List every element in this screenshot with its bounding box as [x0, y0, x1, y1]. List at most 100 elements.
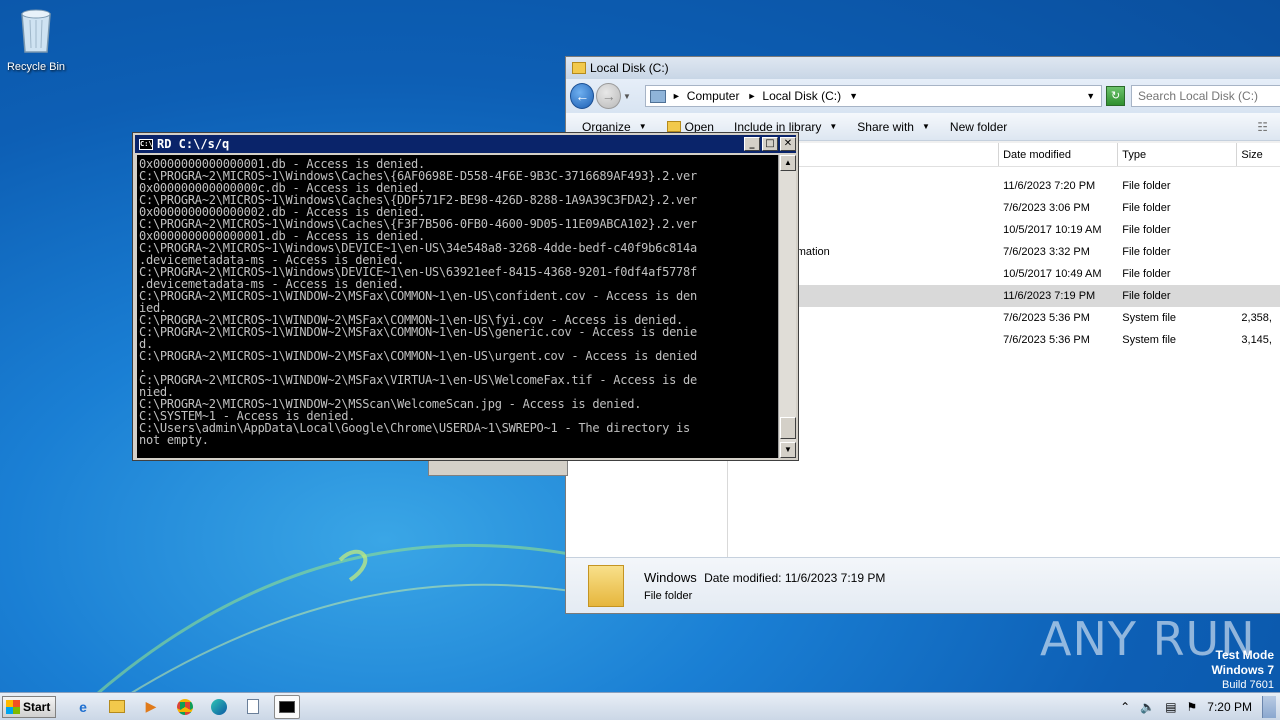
file-date: 7/6/2023 5:36 PM — [1003, 334, 1090, 346]
drive-icon — [572, 62, 586, 74]
column-header-size[interactable]: Size — [1236, 143, 1280, 166]
console-output-area[interactable]: 0x0000000000000001.db - Access is denied… — [137, 155, 778, 458]
file-row[interactable]: ery 10/5/2017 10:19 AM File folder — [730, 219, 1280, 241]
console-output: 0x0000000000000001.db - Access is denied… — [139, 157, 697, 447]
column-header-type[interactable]: Type — [1117, 143, 1236, 166]
file-row[interactable]: Volume Information 7/6/2023 3:32 PM File… — [730, 241, 1280, 263]
recycle-bin-icon — [21, 9, 51, 53]
file-type: File folder — [1122, 290, 1171, 302]
file-row-selected[interactable]: ws 11/6/2023 7:19 PM File folder — [730, 285, 1280, 307]
column-header-date-modified[interactable]: Date modified — [998, 143, 1117, 166]
breadcrumb-separator-icon[interactable]: ► — [747, 91, 756, 101]
test-mode-notice: Test Mode Windows 7 Build 7601 — [1211, 648, 1274, 693]
address-dropdown-icon[interactable]: ▼ — [1086, 91, 1095, 101]
file-date: 11/6/2023 7:20 PM — [1003, 180, 1096, 192]
new-folder-button[interactable]: New folder — [950, 120, 1007, 134]
notepad-icon[interactable] — [240, 695, 266, 719]
edge-icon[interactable] — [206, 695, 232, 719]
console-title: RD C:\/s/q — [157, 137, 230, 151]
recycle-bin-desktop-icon[interactable]: Recycle Bin — [4, 6, 68, 73]
refresh-button[interactable]: ↻ — [1106, 86, 1125, 106]
file-type: File folder — [1122, 268, 1171, 280]
close-button[interactable]: ✕ — [780, 137, 796, 151]
windows-logo-icon — [6, 699, 20, 714]
console-window[interactable]: C:\ RD C:\/s/q _ □ ✕ 0x0000000000000001.… — [132, 132, 799, 461]
file-row[interactable]: e.sys 7/6/2023 5:36 PM System file 3,145… — [730, 329, 1280, 351]
view-options-icon[interactable]: ☷ — [1257, 120, 1268, 134]
start-label: Start — [23, 699, 51, 714]
file-row[interactable]: m Files 11/6/2023 7:20 PM File folder — [730, 175, 1280, 197]
folder-open-icon — [666, 121, 681, 132]
open-label: Open — [684, 119, 714, 134]
clock[interactable]: 7:20 PM — [1207, 700, 1252, 714]
chrome-icon[interactable] — [172, 695, 198, 719]
file-size — [1236, 175, 1280, 197]
media-player-icon[interactable]: ▶ — [138, 695, 164, 719]
file-type: System file — [1122, 334, 1177, 346]
console-taskbar-icon[interactable] — [274, 694, 300, 719]
scroll-down-icon[interactable]: ▼ — [780, 442, 796, 458]
file-date: 7/6/2023 3:06 PM — [1003, 202, 1090, 214]
volume-icon[interactable]: 🔈 — [1140, 700, 1155, 714]
include-in-library-button[interactable]: Include in library ▼ — [734, 120, 837, 134]
chevron-down-icon: ▼ — [829, 122, 838, 131]
explorer-title: Local Disk (C:) — [590, 61, 669, 75]
internet-explorer-icon[interactable]: e — [70, 695, 96, 719]
folder-icon — [588, 564, 624, 607]
file-size: 2,358, — [1241, 312, 1272, 324]
breadcrumb-separator-icon[interactable]: ► — [672, 91, 681, 101]
recent-pages-chevron-icon[interactable]: ▼ — [623, 92, 631, 101]
file-row[interactable]: 10/5/2017 10:49 AM File folder — [730, 263, 1280, 285]
chevron-down-icon: ▼ — [921, 122, 930, 131]
console-scrollbar[interactable]: ▲ ▼ — [778, 155, 796, 458]
file-row[interactable]: mData 7/6/2023 3:06 PM File folder — [730, 197, 1280, 219]
computer-icon — [649, 89, 666, 103]
details-name: Windows — [644, 569, 697, 585]
breadcrumb-computer[interactable]: Computer — [687, 89, 740, 103]
address-bar[interactable]: ► Computer ► Local Disk (C:) ▼ ▼ — [644, 85, 1103, 107]
breadcrumb-separator-icon[interactable]: ▼ — [849, 91, 858, 101]
file-explorer-taskbar-icon[interactable] — [104, 695, 130, 719]
file-date: 11/6/2023 7:19 PM — [1003, 290, 1096, 302]
file-size — [1236, 197, 1280, 219]
include-in-library-label: Include in library — [733, 119, 822, 134]
organize-button[interactable]: Organize ▼ — [582, 120, 647, 134]
organize-label: Organize — [582, 119, 631, 134]
scroll-thumb[interactable] — [780, 417, 796, 439]
start-button[interactable]: Start — [2, 695, 56, 718]
back-button[interactable]: ← — [570, 83, 595, 109]
details-modified-label: Date modified: — [704, 570, 782, 585]
maximize-button[interactable]: □ — [762, 137, 778, 151]
minimize-button[interactable]: _ — [744, 137, 760, 151]
file-date: 10/5/2017 10:49 AM — [1003, 268, 1102, 280]
share-with-button[interactable]: Share with ▼ — [857, 120, 930, 134]
breadcrumb-local-disk[interactable]: Local Disk (C:) — [762, 89, 841, 103]
console-title-bar[interactable]: C:\ RD C:\/s/q _ □ ✕ — [135, 135, 796, 153]
file-type: File folder — [1122, 202, 1171, 214]
share-with-label: Share with — [857, 119, 914, 134]
file-type: File folder — [1122, 180, 1171, 192]
scroll-up-icon[interactable]: ▲ — [780, 155, 796, 171]
recycle-bin-label: Recycle Bin — [6, 61, 66, 73]
build-label: Build 7601 — [1222, 679, 1274, 691]
system-tray: ⌃ 🔈 ▤ ⚑ 7:20 PM — [1120, 693, 1280, 720]
file-size — [1236, 285, 1280, 307]
address-toolbar: ← → ▼ ► Computer ► Local Disk (C:) ▼ ▼ ↻ — [566, 79, 1280, 113]
file-type: File folder — [1122, 224, 1171, 236]
search-input[interactable] — [1131, 85, 1280, 107]
network-icon[interactable]: ▤ — [1165, 700, 1176, 714]
file-list[interactable]: Date modified Type Size m Files 11/6/202… — [730, 143, 1280, 559]
details-pane: Windows Date modified: 11/6/2023 7:19 PM… — [566, 557, 1280, 613]
file-size: 3,145, — [1241, 334, 1272, 346]
show-desktop-button[interactable] — [1262, 695, 1276, 718]
show-hidden-icons-icon[interactable]: ⌃ — [1120, 700, 1130, 714]
action-center-flag-icon[interactable]: ⚑ — [1187, 700, 1198, 714]
test-mode-label: Test Mode — [1215, 648, 1274, 662]
file-date: 7/6/2023 5:36 PM — [1003, 312, 1090, 324]
explorer-title-bar[interactable]: Local Disk (C:) — [566, 57, 1280, 79]
open-button[interactable]: Open — [666, 119, 714, 134]
forward-button[interactable]: → — [596, 83, 621, 109]
os-label: Windows 7 — [1211, 663, 1274, 677]
new-folder-label: New folder — [949, 119, 1008, 134]
file-row[interactable]: .sys 7/6/2023 5:36 PM System file 2,358, — [730, 307, 1280, 329]
